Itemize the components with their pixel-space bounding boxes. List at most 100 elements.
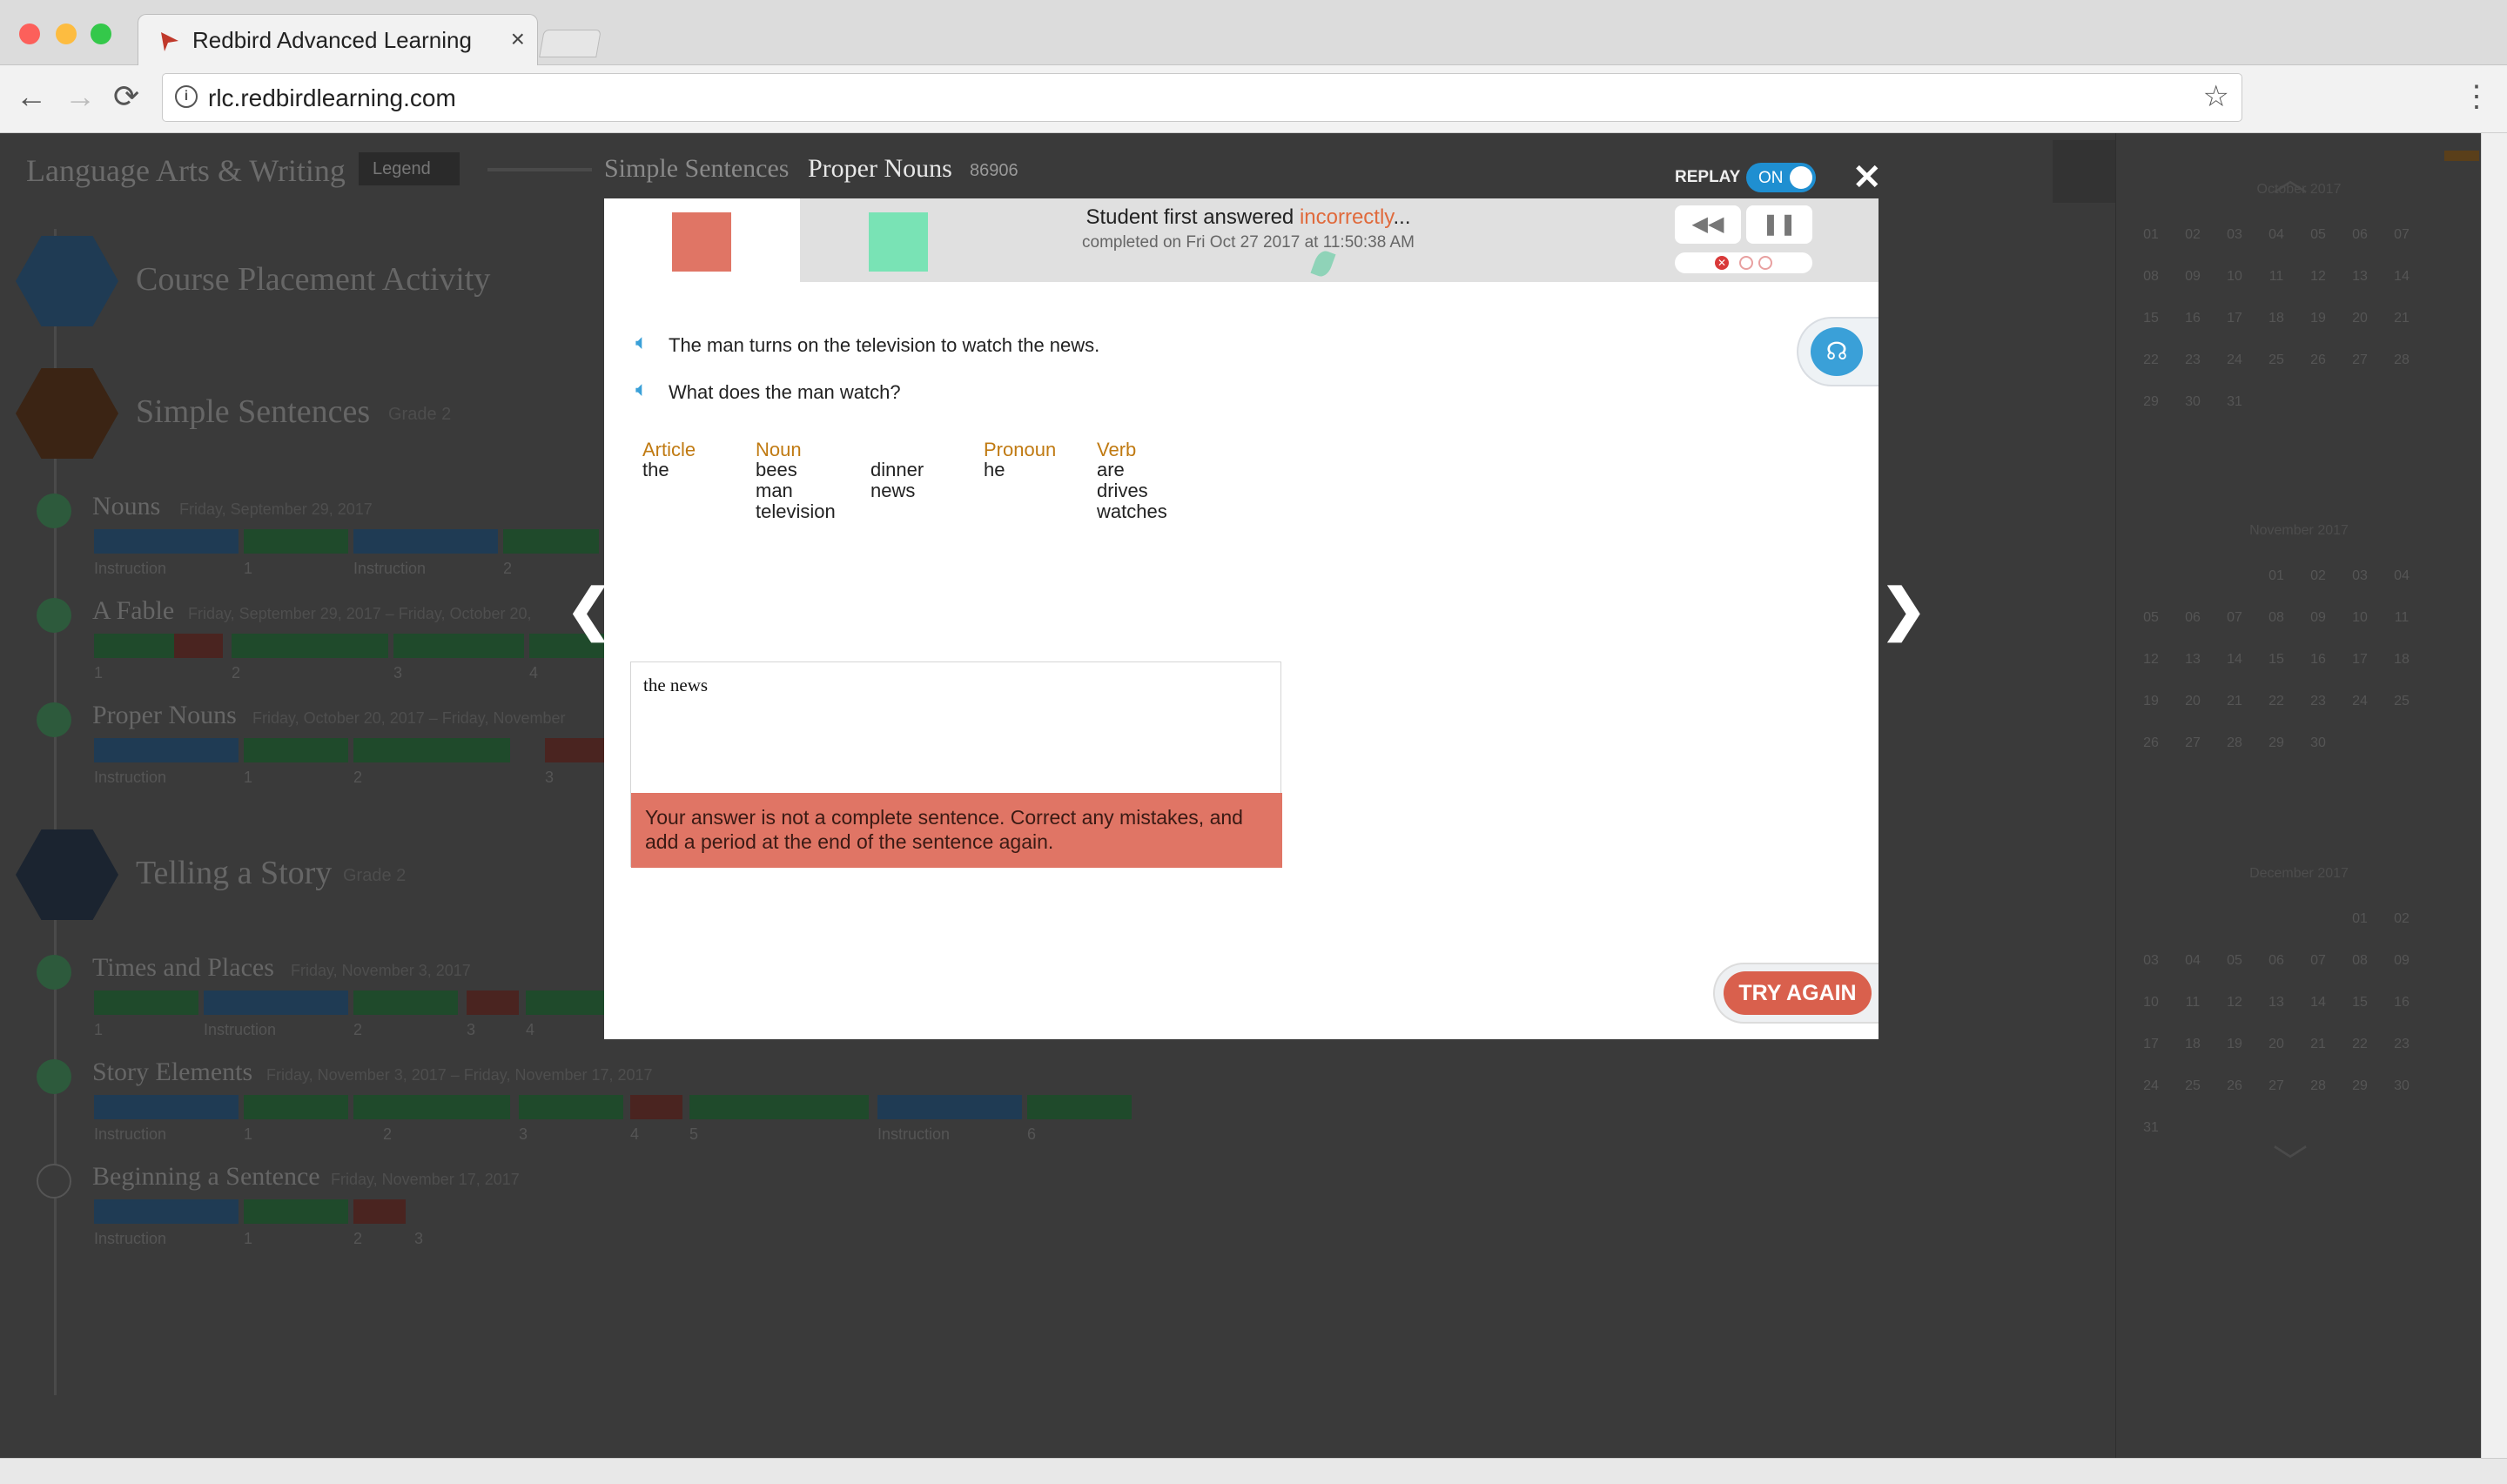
reload-icon[interactable]: ⟳ [113, 79, 139, 114]
calendar-day[interactable]: 21 [2301, 1037, 2336, 1052]
calendar-day[interactable]: 06 [2342, 227, 2377, 243]
calendar-day[interactable]: 03 [2342, 568, 2377, 584]
calendar-day[interactable]: 22 [2342, 1037, 2377, 1052]
calendar-day[interactable]: 29 [2134, 394, 2168, 410]
lesson-title[interactable]: Beginning a Sentence [92, 1162, 320, 1192]
browser-tab[interactable]: Redbird Advanced Learning × [138, 14, 538, 66]
bookmark-star-icon[interactable]: ☆ [2203, 79, 2229, 114]
forward-arrow-icon[interactable]: → [64, 79, 96, 114]
calendar-day[interactable]: 02 [2301, 568, 2336, 584]
calendar-day[interactable]: 15 [2134, 311, 2168, 326]
maximize-window-button[interactable] [91, 24, 111, 44]
back-arrow-icon[interactable]: ← [16, 79, 47, 114]
calendar-day[interactable]: 18 [2259, 311, 2294, 326]
answer-input[interactable]: the news Your answer is not a complete s… [630, 661, 1282, 868]
progress-segment[interactable] [1027, 1095, 1132, 1119]
progress-segment[interactable] [353, 990, 458, 1015]
calendar-day[interactable]: 04 [2384, 568, 2419, 584]
progress-segment[interactable] [877, 1095, 1022, 1119]
legend-button[interactable]: Legend [359, 152, 460, 185]
calendar-day[interactable]: 19 [2217, 1037, 2252, 1052]
calendar-day[interactable]: 18 [2175, 1037, 2210, 1052]
lesson-title[interactable]: Story Elements [92, 1058, 252, 1087]
progress-segment[interactable] [244, 1095, 348, 1119]
calendar-day[interactable]: 17 [2342, 652, 2377, 668]
calendar-day[interactable]: 23 [2175, 353, 2210, 368]
calendar-day[interactable]: 19 [2301, 311, 2336, 326]
word-tile[interactable]: television [756, 501, 836, 522]
calendar-day[interactable]: 23 [2301, 694, 2336, 709]
speaker-icon[interactable]: 🔈︎ [635, 331, 648, 355]
calendar-day[interactable]: 29 [2342, 1078, 2377, 1094]
calendar-day[interactable]: 25 [2259, 353, 2294, 368]
lesson-title[interactable]: A Fable [92, 596, 174, 626]
calendar-day[interactable]: 09 [2175, 269, 2210, 285]
try-again-button[interactable]: TRY AGAIN [1724, 971, 1872, 1015]
calendar-day[interactable]: 14 [2301, 995, 2336, 1011]
word-tile[interactable]: the [642, 460, 669, 480]
word-tile[interactable]: news [870, 480, 924, 501]
info-icon[interactable]: i [175, 85, 198, 108]
replay-toggle[interactable]: ON [1746, 163, 1816, 192]
lesson-title[interactable]: Nouns [92, 492, 160, 521]
minimize-window-button[interactable] [56, 24, 77, 44]
progress-segment[interactable] [393, 634, 524, 658]
calendar-day[interactable]: 01 [2134, 227, 2168, 243]
calendar-day[interactable]: 30 [2384, 1078, 2419, 1094]
calendar-day[interactable]: 05 [2134, 610, 2168, 626]
calendar-day[interactable]: 26 [2134, 735, 2168, 751]
calendar-day[interactable]: 20 [2342, 311, 2377, 326]
browser-menu-icon[interactable]: ⋮ [2462, 79, 2491, 114]
calendar-day[interactable]: 22 [2134, 353, 2168, 368]
calendar-day[interactable]: 04 [2259, 227, 2294, 243]
calendar-day[interactable]: 11 [2259, 269, 2294, 285]
calendar-day[interactable]: 07 [2217, 610, 2252, 626]
calendar-day[interactable]: 15 [2259, 652, 2294, 668]
new-tab-button[interactable] [539, 30, 602, 57]
progress-segment[interactable] [244, 738, 348, 762]
progress-segment[interactable] [94, 990, 198, 1015]
calendar-day[interactable]: 27 [2342, 353, 2377, 368]
progress-segment[interactable] [244, 529, 348, 554]
close-icon[interactable]: ✕ [1852, 158, 1882, 198]
progress-segment[interactable] [503, 529, 599, 554]
calendar-day[interactable]: 25 [2175, 1078, 2210, 1094]
progress-segment[interactable] [519, 1095, 623, 1119]
calendar-day[interactable]: 31 [2217, 394, 2252, 410]
calendar-day[interactable]: 28 [2384, 353, 2419, 368]
progress-segment[interactable] [689, 1095, 869, 1119]
unit-hexagon[interactable] [16, 236, 118, 326]
word-tile[interactable]: dinner [870, 460, 924, 480]
calendar-day[interactable]: 10 [2342, 610, 2377, 626]
calendar-day[interactable]: 21 [2217, 694, 2252, 709]
progress-segment[interactable] [94, 1095, 239, 1119]
calendar-day[interactable]: 26 [2217, 1078, 2252, 1094]
calendar-day[interactable]: 30 [2301, 735, 2336, 751]
calendar-day[interactable]: 13 [2342, 269, 2377, 285]
progress-segment[interactable] [353, 1199, 406, 1224]
calendar-day[interactable]: 16 [2175, 311, 2210, 326]
calendar-day[interactable]: 14 [2384, 269, 2419, 285]
calendar-day[interactable]: 12 [2217, 995, 2252, 1011]
progress-segment[interactable] [353, 738, 510, 762]
calendar-day[interactable]: 02 [2175, 227, 2210, 243]
word-tile[interactable]: watches [1097, 501, 1167, 522]
next-arrow-icon[interactable]: ❯ [1880, 577, 1927, 642]
calendar-day[interactable]: 29 [2259, 735, 2294, 751]
calendar-day[interactable]: 25 [2384, 694, 2419, 709]
calendar-day[interactable]: 24 [2217, 353, 2252, 368]
calendar-day[interactable]: 07 [2301, 953, 2336, 969]
calendar-day[interactable]: 18 [2384, 652, 2419, 668]
calendar-day[interactable]: 05 [2217, 953, 2252, 969]
calendar-day[interactable]: 02 [2384, 911, 2419, 927]
calendar-day[interactable]: 04 [2175, 953, 2210, 969]
calendar-day[interactable]: 20 [2175, 694, 2210, 709]
calendar-day[interactable]: 03 [2217, 227, 2252, 243]
address-bar[interactable]: i rlc.redbirdlearning.com ☆ [162, 73, 2242, 122]
lesson-title[interactable]: Proper Nouns [92, 701, 237, 730]
unit-title[interactable]: Simple Sentences [136, 393, 370, 431]
calendar-day[interactable]: 14 [2217, 652, 2252, 668]
rewind-button[interactable]: ◀◀ [1675, 205, 1741, 244]
calendar-day[interactable]: 16 [2301, 652, 2336, 668]
calendar-day[interactable]: 13 [2259, 995, 2294, 1011]
